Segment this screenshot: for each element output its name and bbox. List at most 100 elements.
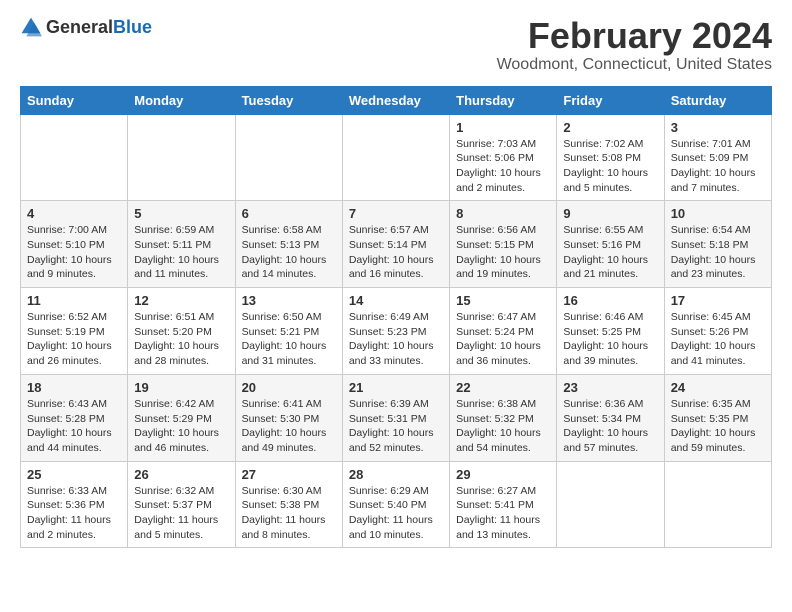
day-info: Sunrise: 6:38 AM Sunset: 5:32 PM Dayligh…	[456, 397, 550, 456]
calendar-cell: 23 Sunrise: 6:36 AM Sunset: 5:34 PM Dayli…	[557, 374, 664, 461]
day-number: 17	[671, 293, 765, 308]
day-info: Sunrise: 6:57 AM Sunset: 5:14 PM Dayligh…	[349, 223, 443, 282]
week-row-3: 18 Sunrise: 6:43 AM Sunset: 5:28 PM Dayli…	[21, 374, 772, 461]
calendar-cell: 13 Sunrise: 6:50 AM Sunset: 5:21 PM Dayli…	[235, 288, 342, 375]
day-number: 27	[242, 467, 336, 482]
day-number: 10	[671, 206, 765, 221]
calendar-cell: 4 Sunrise: 7:00 AM Sunset: 5:10 PM Daylig…	[21, 201, 128, 288]
month-title: February 2024	[497, 16, 772, 56]
day-number: 8	[456, 206, 550, 221]
day-number: 23	[563, 380, 657, 395]
title-section: February 2024 Woodmont, Connecticut, Uni…	[497, 16, 772, 74]
day-info: Sunrise: 7:00 AM Sunset: 5:10 PM Dayligh…	[27, 223, 121, 282]
day-info: Sunrise: 6:39 AM Sunset: 5:31 PM Dayligh…	[349, 397, 443, 456]
day-number: 13	[242, 293, 336, 308]
day-number: 25	[27, 467, 121, 482]
header-thursday: Thursday	[450, 86, 557, 114]
calendar-cell: 10 Sunrise: 6:54 AM Sunset: 5:18 PM Dayli…	[664, 201, 771, 288]
day-number: 7	[349, 206, 443, 221]
day-info: Sunrise: 6:52 AM Sunset: 5:19 PM Dayligh…	[27, 310, 121, 369]
calendar-cell	[21, 114, 128, 201]
calendar-header-row: SundayMondayTuesdayWednesdayThursdayFrid…	[21, 86, 772, 114]
week-row-2: 11Sunrise: 6:52 AM Sunset: 5:19 PM Dayli…	[21, 288, 772, 375]
day-info: Sunrise: 6:46 AM Sunset: 5:25 PM Dayligh…	[563, 310, 657, 369]
location-title: Woodmont, Connecticut, United States	[497, 56, 772, 74]
logo-text-general: General	[46, 17, 113, 37]
header-tuesday: Tuesday	[235, 86, 342, 114]
header-sunday: Sunday	[21, 86, 128, 114]
calendar-cell	[342, 114, 449, 201]
calendar-cell: 5Sunrise: 6:59 AM Sunset: 5:11 PM Daylig…	[128, 201, 235, 288]
calendar-cell: 7 Sunrise: 6:57 AM Sunset: 5:14 PM Daylig…	[342, 201, 449, 288]
calendar-cell: 25 Sunrise: 6:33 AM Sunset: 5:36 PM Dayli…	[21, 461, 128, 548]
logo-icon	[20, 16, 42, 38]
day-number: 18	[27, 380, 121, 395]
day-number: 16	[563, 293, 657, 308]
calendar-cell: 19Sunrise: 6:42 AM Sunset: 5:29 PM Dayli…	[128, 374, 235, 461]
header-wednesday: Wednesday	[342, 86, 449, 114]
day-number: 14	[349, 293, 443, 308]
calendar-cell: 26Sunrise: 6:32 AM Sunset: 5:37 PM Dayli…	[128, 461, 235, 548]
day-info: Sunrise: 6:43 AM Sunset: 5:28 PM Dayligh…	[27, 397, 121, 456]
day-number: 29	[456, 467, 550, 482]
calendar-cell: 18 Sunrise: 6:43 AM Sunset: 5:28 PM Dayli…	[21, 374, 128, 461]
calendar-cell: 28 Sunrise: 6:29 AM Sunset: 5:40 PM Dayli…	[342, 461, 449, 548]
day-info: Sunrise: 7:01 AM Sunset: 5:09 PM Dayligh…	[671, 137, 765, 196]
day-info: Sunrise: 6:51 AM Sunset: 5:20 PM Dayligh…	[134, 310, 228, 369]
calendar-cell: 2Sunrise: 7:02 AM Sunset: 5:08 PM Daylig…	[557, 114, 664, 201]
calendar-cell: 24 Sunrise: 6:35 AM Sunset: 5:35 PM Dayli…	[664, 374, 771, 461]
calendar-cell: 17 Sunrise: 6:45 AM Sunset: 5:26 PM Dayli…	[664, 288, 771, 375]
day-info: Sunrise: 6:58 AM Sunset: 5:13 PM Dayligh…	[242, 223, 336, 282]
day-info: Sunrise: 6:56 AM Sunset: 5:15 PM Dayligh…	[456, 223, 550, 282]
calendar-table: SundayMondayTuesdayWednesdayThursdayFrid…	[20, 86, 772, 549]
calendar-cell	[664, 461, 771, 548]
calendar-cell: 8 Sunrise: 6:56 AM Sunset: 5:15 PM Daylig…	[450, 201, 557, 288]
day-info: Sunrise: 6:36 AM Sunset: 5:34 PM Dayligh…	[563, 397, 657, 456]
header-friday: Friday	[557, 86, 664, 114]
day-info: Sunrise: 6:41 AM Sunset: 5:30 PM Dayligh…	[242, 397, 336, 456]
calendar-cell	[235, 114, 342, 201]
calendar-cell: 21 Sunrise: 6:39 AM Sunset: 5:31 PM Dayli…	[342, 374, 449, 461]
calendar-cell: 20 Sunrise: 6:41 AM Sunset: 5:30 PM Dayli…	[235, 374, 342, 461]
calendar-cell: 12Sunrise: 6:51 AM Sunset: 5:20 PM Dayli…	[128, 288, 235, 375]
week-row-0: 1Sunrise: 7:03 AM Sunset: 5:06 PM Daylig…	[21, 114, 772, 201]
day-info: Sunrise: 6:50 AM Sunset: 5:21 PM Dayligh…	[242, 310, 336, 369]
day-info: Sunrise: 6:30 AM Sunset: 5:38 PM Dayligh…	[242, 484, 336, 543]
logo: GeneralBlue	[20, 16, 152, 38]
header-saturday: Saturday	[664, 86, 771, 114]
logo-text-blue: Blue	[113, 17, 152, 37]
calendar-cell: 14 Sunrise: 6:49 AM Sunset: 5:23 PM Dayli…	[342, 288, 449, 375]
day-number: 3	[671, 120, 765, 135]
day-info: Sunrise: 6:29 AM Sunset: 5:40 PM Dayligh…	[349, 484, 443, 543]
calendar-cell: 29Sunrise: 6:27 AM Sunset: 5:41 PM Dayli…	[450, 461, 557, 548]
day-info: Sunrise: 6:47 AM Sunset: 5:24 PM Dayligh…	[456, 310, 550, 369]
day-number: 6	[242, 206, 336, 221]
day-number: 20	[242, 380, 336, 395]
day-info: Sunrise: 6:35 AM Sunset: 5:35 PM Dayligh…	[671, 397, 765, 456]
day-info: Sunrise: 6:55 AM Sunset: 5:16 PM Dayligh…	[563, 223, 657, 282]
day-number: 2	[563, 120, 657, 135]
day-info: Sunrise: 6:33 AM Sunset: 5:36 PM Dayligh…	[27, 484, 121, 543]
day-number: 28	[349, 467, 443, 482]
day-number: 1	[456, 120, 550, 135]
day-info: Sunrise: 6:32 AM Sunset: 5:37 PM Dayligh…	[134, 484, 228, 543]
day-number: 22	[456, 380, 550, 395]
day-number: 21	[349, 380, 443, 395]
calendar-cell: 3 Sunrise: 7:01 AM Sunset: 5:09 PM Daylig…	[664, 114, 771, 201]
page-header: GeneralBlue February 2024 Woodmont, Conn…	[20, 16, 772, 74]
header-monday: Monday	[128, 86, 235, 114]
day-info: Sunrise: 6:42 AM Sunset: 5:29 PM Dayligh…	[134, 397, 228, 456]
day-number: 24	[671, 380, 765, 395]
calendar-cell	[557, 461, 664, 548]
calendar-cell: 27 Sunrise: 6:30 AM Sunset: 5:38 PM Dayli…	[235, 461, 342, 548]
calendar-cell: 11Sunrise: 6:52 AM Sunset: 5:19 PM Dayli…	[21, 288, 128, 375]
calendar-cell: 9 Sunrise: 6:55 AM Sunset: 5:16 PM Daylig…	[557, 201, 664, 288]
day-number: 9	[563, 206, 657, 221]
calendar-cell: 6 Sunrise: 6:58 AM Sunset: 5:13 PM Daylig…	[235, 201, 342, 288]
day-number: 4	[27, 206, 121, 221]
week-row-4: 25 Sunrise: 6:33 AM Sunset: 5:36 PM Dayli…	[21, 461, 772, 548]
day-info: Sunrise: 6:45 AM Sunset: 5:26 PM Dayligh…	[671, 310, 765, 369]
calendar-cell: 22 Sunrise: 6:38 AM Sunset: 5:32 PM Dayli…	[450, 374, 557, 461]
day-info: Sunrise: 6:49 AM Sunset: 5:23 PM Dayligh…	[349, 310, 443, 369]
day-info: Sunrise: 6:54 AM Sunset: 5:18 PM Dayligh…	[671, 223, 765, 282]
